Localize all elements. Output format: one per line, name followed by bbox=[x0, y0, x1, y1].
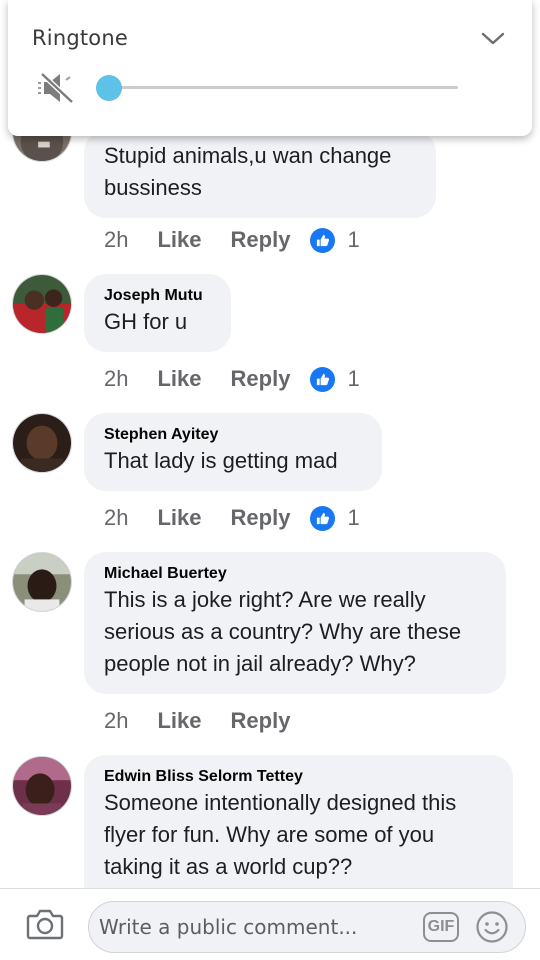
comment-bubble: Stephen Ayitey That lady is getting mad bbox=[84, 413, 382, 491]
comment-bubble: Stupid animals,u wan change bussiness bbox=[84, 130, 436, 218]
comment-input[interactable]: Write a public comment... GIF bbox=[88, 901, 526, 953]
reaction-count: 1 bbox=[347, 227, 360, 252]
comment-input-placeholder: Write a public comment... bbox=[99, 915, 358, 939]
comment-time: 2h bbox=[104, 505, 129, 530]
like-button[interactable]: Like bbox=[157, 227, 201, 253]
comment-text: GH for u bbox=[104, 309, 188, 334]
comment-actions: 2h Like Reply bbox=[104, 707, 290, 735]
like-button[interactable]: Like bbox=[157, 708, 201, 734]
gif-button[interactable]: GIF bbox=[423, 912, 459, 942]
reply-button[interactable]: Reply bbox=[231, 366, 291, 392]
comment-composer: Write a public comment... GIF bbox=[0, 888, 540, 960]
panel-title: Ringtone bbox=[32, 26, 128, 50]
reaction-summary[interactable]: 1 bbox=[310, 227, 360, 253]
camera-icon[interactable] bbox=[26, 907, 64, 941]
reaction-summary[interactable]: 1 bbox=[310, 366, 360, 392]
thumbs-up-icon bbox=[310, 505, 336, 531]
comment-author[interactable]: Stephen Ayitey bbox=[104, 425, 362, 445]
reply-button[interactable]: Reply bbox=[231, 505, 291, 531]
reaction-count: 1 bbox=[347, 505, 360, 530]
comment-bubble: Michael Buertey This is a joke right? Ar… bbox=[84, 552, 506, 694]
ringtone-volume-panel: Ringtone bbox=[8, 0, 532, 136]
avatar[interactable] bbox=[12, 552, 72, 612]
emoji-icon[interactable] bbox=[475, 910, 509, 944]
comment-actions: 2h Like Reply 1 bbox=[104, 504, 360, 532]
reaction-count: 1 bbox=[347, 366, 360, 391]
comment-author[interactable]: Edwin Bliss Selorm Tettey bbox=[104, 767, 493, 787]
reply-button[interactable]: Reply bbox=[231, 708, 291, 734]
comment-text: Stupid animals,u wan change bussiness bbox=[104, 143, 392, 200]
comment-actions: 2h Like Reply 1 bbox=[104, 365, 360, 393]
thumbs-up-icon bbox=[310, 227, 336, 253]
volume-slider-thumb[interactable] bbox=[96, 75, 122, 101]
comment-text: Someone intentionally designed this flye… bbox=[104, 790, 457, 879]
comment-bubble: Edwin Bliss Selorm Tettey Someone intent… bbox=[84, 755, 513, 888]
speaker-muted-icon[interactable] bbox=[36, 70, 76, 106]
thumbs-up-icon bbox=[310, 366, 336, 392]
comment-time: 2h bbox=[104, 708, 129, 733]
like-button[interactable]: Like bbox=[157, 505, 201, 531]
reply-button[interactable]: Reply bbox=[231, 227, 291, 253]
comment-bubble: Joseph Mutu GH for u bbox=[84, 274, 231, 352]
avatar[interactable] bbox=[12, 413, 72, 473]
avatar[interactable] bbox=[12, 756, 72, 816]
comment-text: This is a joke right? Are we really seri… bbox=[104, 587, 462, 676]
comment-actions: 2h Like Reply 1 bbox=[104, 226, 360, 254]
chevron-down-icon[interactable] bbox=[480, 30, 506, 48]
comment-time: 2h bbox=[104, 227, 129, 252]
comment-author[interactable]: Joseph Mutu bbox=[104, 286, 211, 306]
comment-author[interactable]: Michael Buertey bbox=[104, 564, 486, 584]
avatar[interactable] bbox=[12, 274, 72, 334]
volume-slider-track[interactable] bbox=[108, 86, 458, 89]
comment-text: That lady is getting mad bbox=[104, 448, 338, 473]
reaction-summary[interactable]: 1 bbox=[310, 505, 360, 531]
like-button[interactable]: Like bbox=[157, 366, 201, 392]
comment-time: 2h bbox=[104, 366, 129, 391]
